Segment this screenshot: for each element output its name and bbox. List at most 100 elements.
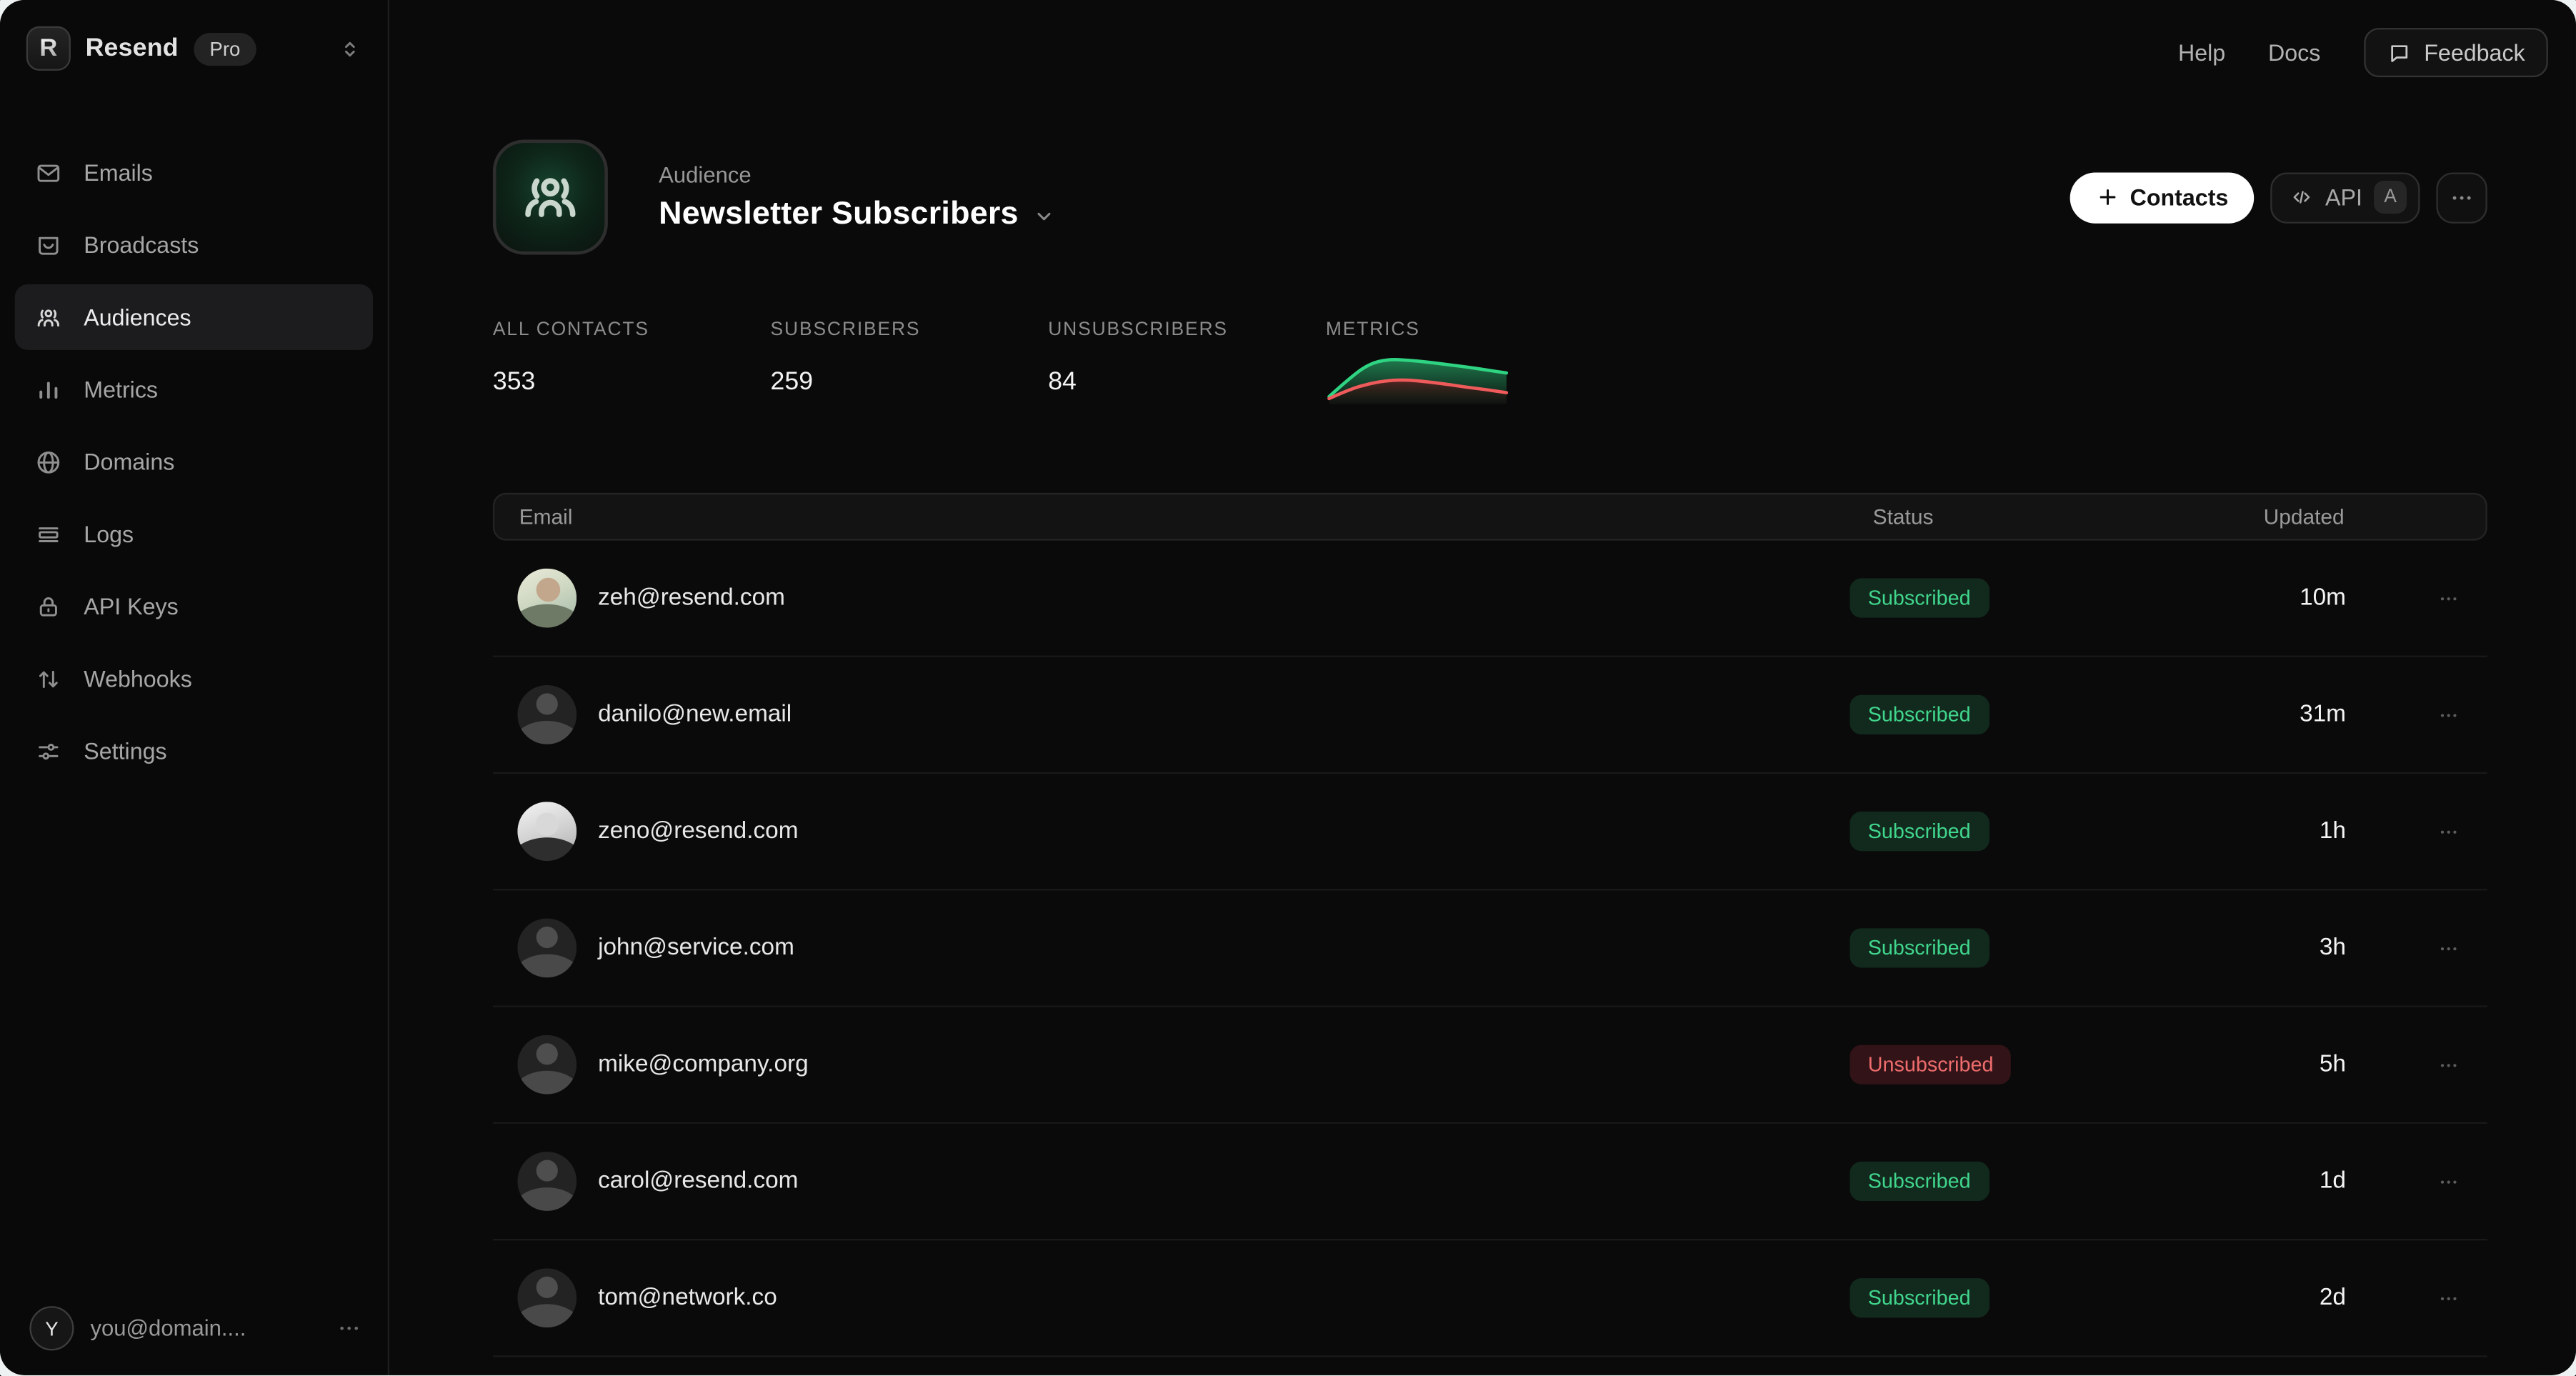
feedback-button[interactable]: Feedback (2363, 28, 2548, 77)
user-menu[interactable]: Y you@domain.... (0, 1307, 388, 1376)
more-options-button[interactable] (2436, 171, 2487, 222)
header-actions: Contacts API A (2070, 171, 2487, 222)
table-row[interactable]: carol@resend.com Subscribed 1d (493, 1124, 2487, 1240)
sidebar-item-emails[interactable]: Emails (15, 139, 373, 205)
sidebar: R Resend Pro Emails Broadcasts Audiences (0, 0, 389, 1376)
stat-subscribers: SUBSCRIBERS 259 (771, 320, 1049, 397)
stat-unsubscribers: UNSUBSCRIBERS 84 (1048, 320, 1326, 397)
lock-icon (34, 592, 62, 620)
sidebar-item-logs[interactable]: Logs (15, 501, 373, 567)
page-header: Audience Newsletter Subscribers Contacts… (493, 139, 2487, 254)
sidebar-item-audiences[interactable]: Audiences (15, 284, 373, 350)
sidebar-item-domains[interactable]: Domains (15, 429, 373, 494)
avatar (517, 919, 576, 978)
table-row[interactable]: zeno@resend.com Subscribed 1h (493, 774, 2487, 890)
avatar (517, 1268, 576, 1327)
sidebar-item-metrics[interactable]: Metrics (15, 357, 373, 422)
sidebar-item-api-keys[interactable]: API Keys (15, 574, 373, 639)
people-icon (519, 166, 581, 228)
sidebar-item-label: Webhooks (84, 665, 192, 692)
header-text: Audience Newsletter Subscribers (659, 162, 1054, 233)
row-menu-icon[interactable] (2428, 937, 2467, 959)
bar-chart-icon (34, 375, 62, 403)
row-menu-icon[interactable] (2428, 587, 2467, 609)
sidebar-item-broadcasts[interactable]: Broadcasts (15, 212, 373, 278)
table-row[interactable]: tom@network.co Subscribed 2d (493, 1240, 2487, 1357)
status-badge: Subscribed (1849, 695, 1988, 734)
row-menu-icon[interactable] (2428, 1287, 2467, 1309)
help-link[interactable]: Help (2178, 39, 2225, 66)
sidebar-item-label: API Keys (84, 593, 178, 619)
topbar: Help Docs Feedback (2178, 28, 2548, 77)
content: Audience Newsletter Subscribers Contacts… (389, 0, 2576, 1357)
ellipsis-icon[interactable] (336, 1317, 361, 1341)
shortcut-badge: A (2374, 181, 2407, 214)
status-badge: Subscribed (1849, 928, 1988, 967)
page-eyebrow: Audience (659, 162, 1054, 186)
sidebar-item-label: Emails (84, 159, 153, 186)
resend-logo: R (26, 26, 71, 71)
avatar (517, 1035, 576, 1095)
contacts-table: Email Status Updated zeh@resend.com Subs… (493, 493, 2487, 1357)
audience-icon-tile (493, 139, 608, 254)
inbox-icon (34, 231, 62, 259)
speech-bubble-icon (2386, 40, 2410, 64)
chevron-down-icon[interactable] (1033, 204, 1054, 226)
table-row[interactable]: danilo@new.email Subscribed 31m (493, 657, 2487, 774)
user-email: you@domain.... (90, 1317, 320, 1341)
plan-badge: Pro (193, 32, 256, 65)
avatar (517, 802, 576, 861)
status-badge: Unsubscribed (1849, 1045, 2011, 1085)
stat-metrics: METRICS (1326, 320, 1604, 404)
avatar (517, 685, 576, 744)
app-window: R Resend Pro Emails Broadcasts Audiences (0, 0, 2576, 1376)
sidebar-item-label: Settings (84, 738, 166, 764)
sidebar-item-settings[interactable]: Settings (15, 718, 373, 784)
user-avatar: Y (29, 1307, 74, 1351)
logs-icon (34, 520, 62, 548)
row-menu-icon[interactable] (2428, 821, 2467, 842)
people-icon (34, 303, 62, 331)
row-menu-icon[interactable] (2428, 704, 2467, 725)
table-row[interactable]: john@service.com Subscribed 3h (493, 890, 2487, 1007)
table-row[interactable]: mike@company.org Unsubscribed 5h (493, 1007, 2487, 1124)
page-title: Newsletter Subscribers (659, 195, 1019, 233)
docs-link[interactable]: Docs (2268, 39, 2320, 66)
main-area: Help Docs Feedback Audience Newsletter S… (389, 0, 2576, 1376)
globe-icon (34, 448, 62, 476)
column-header-status[interactable]: Status (1873, 504, 1934, 529)
sidebar-item-label: Domains (84, 449, 174, 475)
code-icon (2291, 186, 2314, 209)
status-badge: Subscribed (1849, 1162, 1988, 1201)
row-menu-icon[interactable] (2428, 1171, 2467, 1192)
workspace-switcher[interactable]: R Resend Pro (0, 0, 388, 71)
sidebar-item-label: Audiences (84, 304, 191, 330)
table-row[interactable]: zeh@resend.com Subscribed 10m (493, 541, 2487, 657)
sidebar-item-label: Broadcasts (84, 231, 199, 258)
sidebar-item-label: Logs (84, 521, 134, 547)
sliders-icon (34, 737, 62, 764)
avatar (517, 1152, 576, 1211)
column-header-updated[interactable]: Updated (2264, 504, 2345, 529)
add-contacts-button[interactable]: Contacts (2070, 171, 2255, 222)
sidebar-item-label: Metrics (84, 377, 158, 403)
sidebar-nav: Emails Broadcasts Audiences Metrics Doma… (0, 136, 388, 787)
chevron-up-down-icon[interactable] (339, 37, 361, 60)
stage: R Resend Pro Emails Broadcasts Audiences (0, 0, 2576, 1376)
status-badge: Subscribed (1849, 1278, 1988, 1317)
metrics-sparkline (1326, 349, 1510, 404)
status-badge: Subscribed (1849, 812, 1988, 851)
column-header-email[interactable]: Email (494, 504, 572, 529)
brand-name: Resend (86, 34, 179, 63)
envelope-icon (34, 159, 62, 186)
sidebar-item-webhooks[interactable]: Webhooks (15, 646, 373, 712)
api-button[interactable]: API A (2271, 171, 2420, 222)
stat-all-contacts: ALL CONTACTS 353 (493, 320, 771, 397)
row-menu-icon[interactable] (2428, 1054, 2467, 1075)
plus-icon (2095, 186, 2118, 209)
avatar (517, 569, 576, 628)
stats-row: ALL CONTACTS 353 SUBSCRIBERS 259 UNSUBSC… (493, 320, 2487, 404)
table-header: Email Status Updated (493, 493, 2487, 541)
status-badge: Subscribed (1849, 578, 1988, 617)
arrows-up-down-icon (34, 664, 62, 692)
